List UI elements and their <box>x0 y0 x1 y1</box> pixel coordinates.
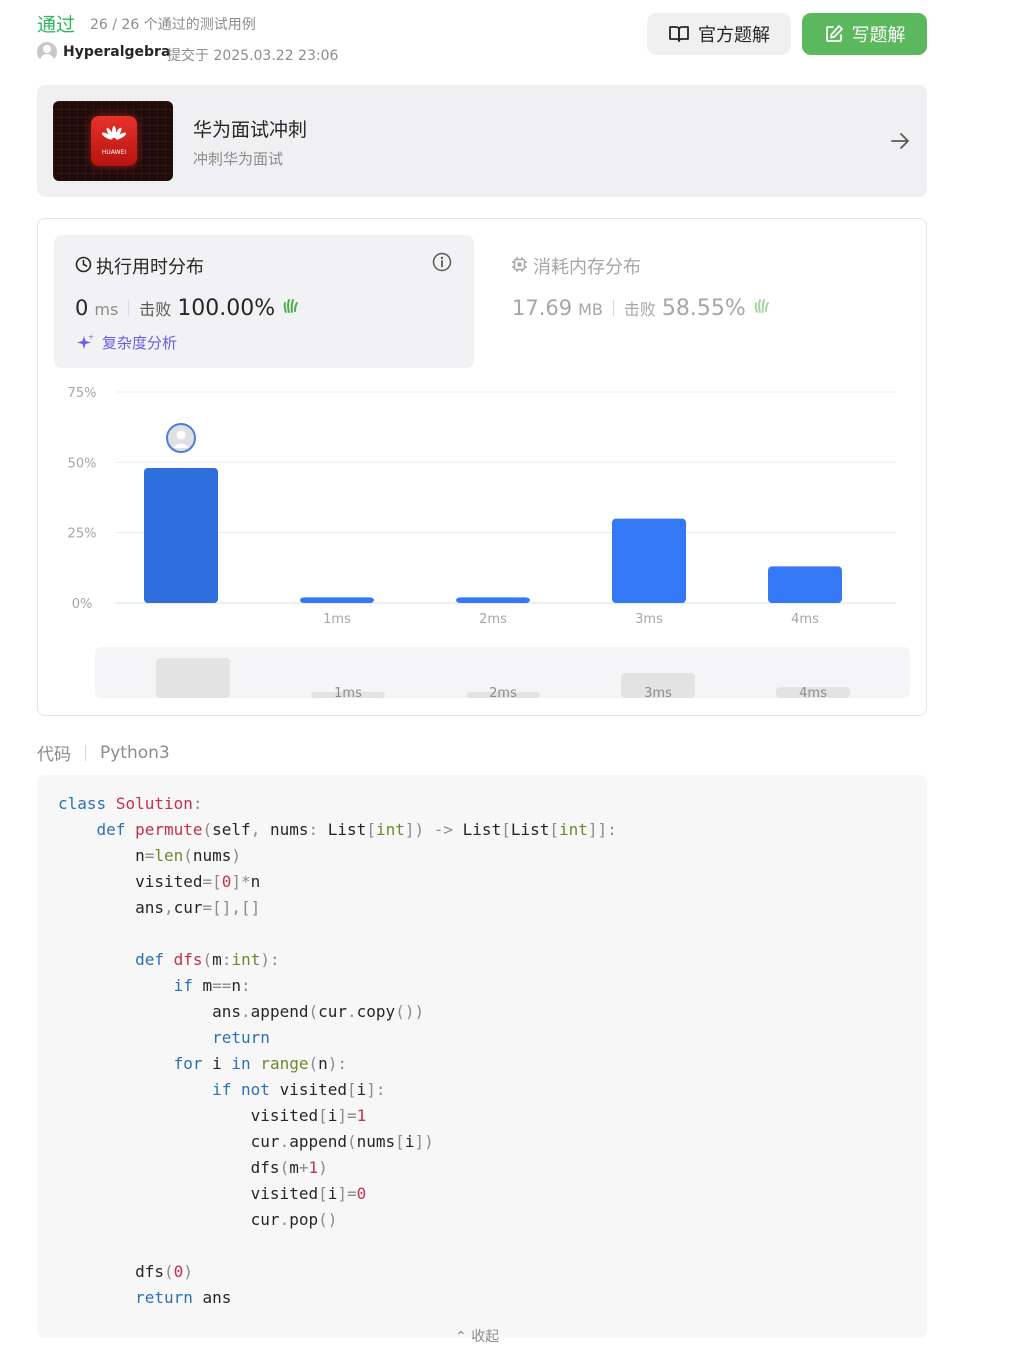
runtime-value-row: 0 ms 击败 100.00% <box>75 295 301 321</box>
edit-icon <box>825 25 843 42</box>
code-content: class Solution: def permute(self, nums: … <box>58 794 617 1307</box>
book-icon <box>669 26 689 42</box>
test-cases-count: 26 / 26 个通过的测试用例 <box>90 17 256 33</box>
y-tick-label: 0% <box>72 597 93 612</box>
complexity-analysis-link[interactable]: 复杂度分析 <box>76 332 177 353</box>
minimap-label: 4ms <box>799 686 827 701</box>
banner-image: HUAWEI <box>53 101 173 181</box>
info-icon[interactable] <box>432 252 452 272</box>
minimap-label: 2ms <box>489 686 517 701</box>
memory-chip-icon <box>512 257 527 272</box>
minimap-label: 1ms <box>334 686 362 701</box>
chart-bar <box>456 597 530 603</box>
runtime-distribution-chart: 75% 50% 25% 0% 1ms 2ms 3ms 4ms 1ms 2ms 3ms 4ms <box>68 386 910 701</box>
huawei-logo: HUAWEI <box>91 116 137 166</box>
user-marker-head <box>176 430 186 440</box>
runtime-unit: ms <box>94 300 119 319</box>
x-tick-label: 3ms <box>635 612 663 627</box>
memory-value-row: 17.69 MB 击败 58.55% <box>512 295 772 321</box>
y-tick-label: 50% <box>68 456 97 471</box>
huawei-logo-text: HUAWEI <box>101 149 127 156</box>
clap-icon <box>754 299 769 313</box>
user-avatar[interactable] <box>37 42 57 62</box>
clock-icon <box>75 256 92 273</box>
sparkle-icon <box>77 334 94 349</box>
memory-beat-value: 58.55% <box>661 296 746 321</box>
complexity-analysis-label: 复杂度分析 <box>102 334 178 352</box>
write-solution-button[interactable]: 写题解 <box>802 13 927 55</box>
minimap-label: 3ms <box>644 686 672 701</box>
code-header: 代码 Python3 <box>37 740 170 766</box>
chart-bar <box>768 566 842 603</box>
banner-subtitle: 冲刺华为面试 <box>193 150 284 168</box>
memory-tab[interactable]: 消耗内存分布 <box>533 253 641 279</box>
x-tick-label: 2ms <box>479 612 507 627</box>
minimap-bar <box>156 658 230 698</box>
chart-bar <box>144 467 218 603</box>
banner-title: 华为面试冲刺 <box>193 119 308 141</box>
memory-beat-label: 击败 <box>623 300 656 319</box>
official-solution-label: 官方题解 <box>698 25 770 46</box>
chevron-up-icon: ⌃ <box>455 1329 467 1345</box>
runtime-beat-value: 100.00% <box>177 296 276 321</box>
arrow-right-icon[interactable] <box>889 130 911 152</box>
memory-unit: MB <box>578 300 603 319</box>
collapse-button[interactable]: ⌃ 收起 <box>455 1326 499 1346</box>
clap-icon <box>283 299 299 313</box>
runtime-beat-label: 击败 <box>139 300 172 319</box>
runtime-title: 执行用时分布 <box>96 257 204 278</box>
collapse-label: 收起 <box>471 1329 500 1345</box>
username[interactable]: Hyperalgebra <box>63 44 170 60</box>
write-solution-label: 写题解 <box>851 25 906 46</box>
code-language: Python3 <box>100 742 170 763</box>
y-tick-label: 25% <box>68 527 97 542</box>
x-tick-label: 1ms <box>323 612 351 627</box>
code-label: 代码 <box>37 745 71 765</box>
runtime-value: 0 <box>75 296 89 320</box>
memory-value: 17.69 <box>512 296 573 320</box>
y-tick-label: 75% <box>68 386 97 401</box>
submission-time: 提交于 2025.03.22 23:06 <box>167 48 339 64</box>
chart-bar <box>612 518 686 603</box>
chart-bar <box>300 597 374 603</box>
official-solution-button[interactable]: 官方题解 <box>647 13 791 55</box>
status-label: 通过 <box>37 14 76 36</box>
x-tick-label: 4ms <box>791 612 819 627</box>
